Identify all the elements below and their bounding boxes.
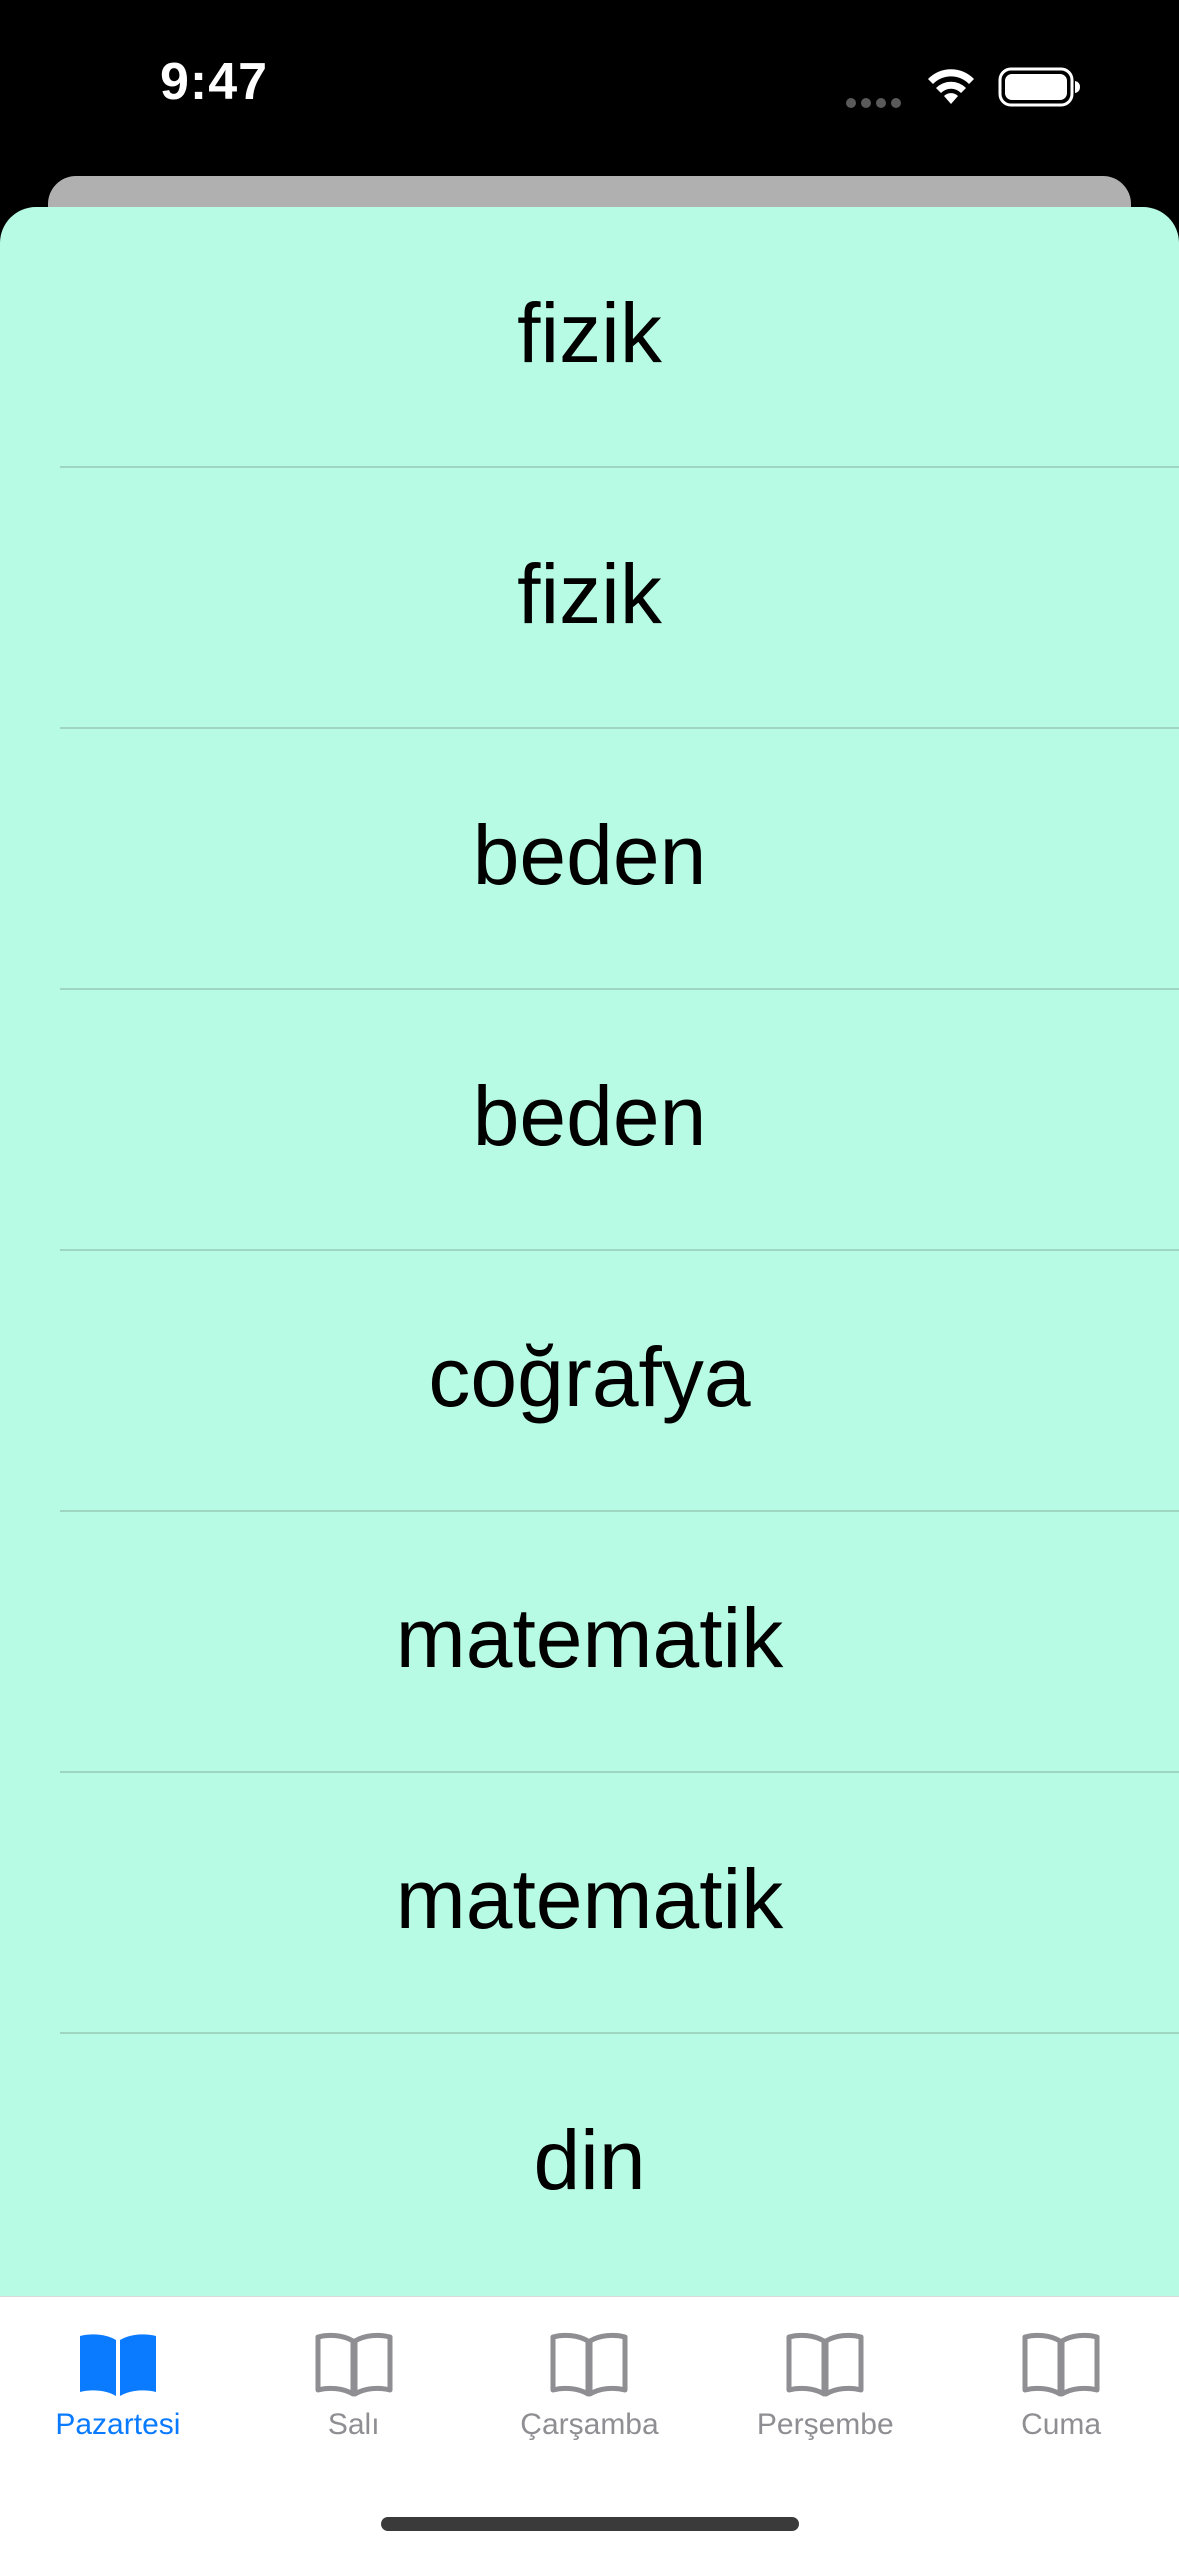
tab-label: Cuma bbox=[1021, 2408, 1102, 2441]
tab-pazartesi[interactable]: Pazartesi bbox=[0, 2297, 236, 2467]
book-icon bbox=[550, 2332, 628, 2397]
list-item[interactable]: din bbox=[0, 2034, 1179, 2295]
home-indicator[interactable] bbox=[381, 2517, 799, 2531]
phone-screen: 9:47 fizik fizik beden beden coğrafya ma… bbox=[0, 0, 1179, 2556]
lesson-list: fizik fizik beden beden coğrafya matemat… bbox=[0, 207, 1179, 2295]
lesson-sheet: fizik fizik beden beden coğrafya matemat… bbox=[0, 207, 1179, 2297]
book-icon bbox=[79, 2334, 156, 2396]
lesson-label: matematik bbox=[395, 1852, 784, 1946]
tab-sali[interactable]: Salı bbox=[236, 2297, 472, 2467]
lesson-label: beden bbox=[472, 1069, 707, 1163]
tab-persembe[interactable]: Perşembe bbox=[707, 2297, 943, 2467]
lesson-label: matematik bbox=[395, 1591, 784, 1685]
tab-carsamba[interactable]: Çarşamba bbox=[472, 2297, 708, 2467]
signal-dots-icon bbox=[846, 95, 906, 108]
list-item[interactable]: matematik bbox=[0, 1512, 1179, 1773]
tab-label: Pazartesi bbox=[55, 2408, 181, 2441]
status-time: 9:47 bbox=[160, 53, 269, 111]
list-item[interactable]: fizik bbox=[0, 207, 1179, 468]
list-item[interactable]: beden bbox=[0, 990, 1179, 1251]
book-icon bbox=[1022, 2332, 1100, 2397]
book-icon bbox=[786, 2332, 864, 2397]
lesson-label: fizik bbox=[517, 547, 662, 641]
lesson-label: beden bbox=[472, 808, 707, 902]
tab-cuma[interactable]: Cuma bbox=[943, 2297, 1179, 2467]
list-item[interactable]: coğrafya bbox=[0, 1251, 1179, 1512]
tab-list: Pazartesi Salı Çarşamba Perşembe Cuma bbox=[0, 2297, 1179, 2467]
tab-label: Çarşamba bbox=[520, 2408, 659, 2441]
battery-icon bbox=[998, 67, 1080, 107]
lesson-label: din bbox=[533, 2113, 646, 2207]
list-item[interactable]: beden bbox=[0, 729, 1179, 990]
lesson-label: fizik bbox=[517, 286, 662, 380]
list-item[interactable]: matematik bbox=[0, 1773, 1179, 2034]
lesson-label: coğrafya bbox=[428, 1330, 751, 1424]
tab-label: Salı bbox=[327, 2408, 380, 2441]
status-bar: 9:47 bbox=[0, 0, 1179, 175]
list-item[interactable]: fizik bbox=[0, 468, 1179, 729]
book-icon bbox=[315, 2332, 393, 2397]
tab-label: Perşembe bbox=[756, 2408, 894, 2441]
wifi-icon bbox=[928, 69, 974, 104]
